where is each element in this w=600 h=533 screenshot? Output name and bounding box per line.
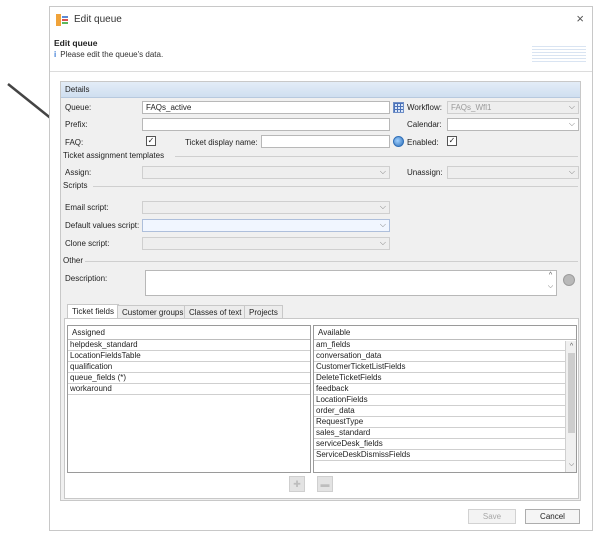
chevron-down-icon: ⌵ — [568, 167, 575, 176]
page-subtitle: i Please edit the queue's data. — [54, 50, 163, 59]
save-button[interactable]: Save — [468, 509, 516, 524]
unassign-select[interactable]: ⌵ — [447, 166, 579, 179]
list-item[interactable]: LocationFields — [314, 395, 565, 406]
chevron-down-icon: ⌵ — [379, 167, 386, 176]
queue-label: Queue: — [65, 103, 92, 112]
list-item[interactable]: am_fields — [314, 340, 565, 351]
window-title: Edit queue — [74, 14, 122, 25]
default-values-script-label: Default values script: — [65, 221, 140, 230]
ticket-display-name-label: Ticket display name: — [185, 138, 258, 147]
available-scrollbar[interactable]: ^ ⌵ — [565, 341, 576, 472]
default-values-script-select[interactable]: ⌵ — [142, 219, 390, 232]
scroll-down-icon[interactable]: ⌵ — [567, 461, 576, 469]
list-item[interactable]: workaround — [68, 384, 310, 395]
subtitle-text: Please edit the queue's data. — [60, 50, 164, 59]
faq-label: FAQ: — [65, 138, 84, 147]
list-item[interactable]: LocationFieldsTable — [68, 351, 310, 362]
prefix-label: Prefix: — [65, 120, 88, 129]
ticket-fields-pane: Assigned helpdesk_standard LocationFields… — [64, 318, 579, 499]
queue-input[interactable]: FAQs_active — [142, 101, 390, 114]
list-item[interactable]: CustomerTicketListFields — [314, 362, 565, 373]
close-icon[interactable]: × — [576, 11, 584, 26]
title-bar: Edit queue × — [50, 7, 592, 33]
available-list-header: Available — [314, 326, 576, 340]
unassign-label: Unassign: — [407, 168, 443, 177]
assign-label: Assign: — [65, 168, 92, 177]
list-item[interactable]: helpdesk_standard — [68, 340, 310, 351]
remove-field-button[interactable]: ▬ — [317, 476, 333, 492]
enabled-label: Enabled: — [407, 138, 439, 147]
list-item[interactable]: conversation_data — [314, 351, 565, 362]
ticket-display-name-input[interactable] — [261, 135, 390, 148]
header-divider — [50, 71, 592, 72]
queue-icon — [56, 14, 68, 26]
details-header: Details — [61, 82, 580, 98]
list-item[interactable]: qualification — [68, 362, 310, 373]
email-script-select[interactable]: ⌵ — [142, 201, 390, 214]
page-title: Edit queue — [54, 38, 98, 48]
chevron-down-icon: ⌵ — [379, 202, 386, 211]
list-item[interactable]: RequestType — [314, 417, 565, 428]
grid-icon[interactable] — [393, 102, 404, 113]
tab-ticket-fields[interactable]: Ticket fields — [67, 304, 119, 319]
clone-script-label: Clone script: — [65, 239, 110, 248]
assigned-rows: helpdesk_standard LocationFieldsTable qual… — [68, 340, 310, 395]
edit-queue-dialog: Edit queue × Edit queue i Please edit the… — [49, 6, 593, 531]
calendar-label: Calendar: — [407, 120, 442, 129]
spin-down-icon[interactable]: ⌵ — [546, 283, 555, 291]
scrollbar-thumb[interactable] — [568, 353, 575, 433]
email-script-label: Email script: — [65, 203, 109, 212]
available-list[interactable]: Available am_fields conversation_data Cust… — [313, 325, 577, 473]
assign-select[interactable]: ⌵ — [142, 166, 390, 179]
tab-classes-of-text[interactable]: Classes of text — [184, 305, 247, 319]
other-section-label: Other — [63, 256, 84, 265]
details-panel: Details Queue: FAQs_active Workflow: FAQ… — [60, 81, 581, 501]
list-item[interactable]: DeleteTicketFields — [314, 373, 565, 384]
description-textarea[interactable] — [145, 270, 557, 296]
globe-icon[interactable] — [393, 136, 404, 147]
chevron-down-icon: ⌵ — [568, 102, 575, 111]
spin-up-icon[interactable]: ^ — [546, 272, 555, 280]
cancel-button[interactable]: Cancel — [525, 509, 580, 524]
faq-checkbox[interactable]: ✓ — [146, 136, 156, 146]
chevron-down-icon: ⌵ — [379, 220, 386, 229]
list-item[interactable]: serviceDesk_fields — [314, 439, 565, 450]
assigned-list[interactable]: Assigned helpdesk_standard LocationFields… — [67, 325, 311, 473]
circle-button-icon[interactable] — [563, 274, 575, 286]
add-field-button[interactable]: ✚ — [289, 476, 305, 492]
info-icon: i — [54, 50, 57, 59]
enabled-checkbox[interactable]: ✓ — [447, 136, 457, 146]
chevron-down-icon: ⌵ — [379, 238, 386, 247]
workflow-select[interactable]: FAQs_Wfl1 ⌵ — [447, 101, 579, 114]
section-divider — [175, 156, 578, 157]
prefix-input[interactable] — [142, 118, 390, 131]
list-item[interactable]: ServiceDeskDismissFields — [314, 450, 565, 461]
list-item[interactable]: queue_fields (*) — [68, 373, 310, 384]
list-item[interactable]: feedback — [314, 384, 565, 395]
scroll-up-icon[interactable]: ^ — [567, 343, 576, 351]
section-divider — [93, 186, 578, 187]
tab-projects[interactable]: Projects — [244, 305, 283, 319]
chevron-down-icon: ⌵ — [568, 119, 575, 128]
tab-customer-groups[interactable]: Customer groups — [117, 305, 189, 319]
workflow-label: Workflow: — [407, 103, 442, 112]
section-divider — [85, 261, 578, 262]
assigned-list-header: Assigned — [68, 326, 310, 340]
description-label: Description: — [65, 274, 108, 283]
calendar-select[interactable]: ⌵ — [447, 118, 579, 131]
list-item[interactable]: order_data — [314, 406, 565, 417]
list-item[interactable]: sales_standard — [314, 428, 565, 439]
scripts-section-label: Scripts — [63, 181, 88, 190]
header-decoration — [532, 46, 586, 62]
clone-script-select[interactable]: ⌵ — [142, 237, 390, 250]
workflow-value: FAQs_Wfl1 — [451, 103, 492, 112]
ticket-assignment-section-label: Ticket assignment templates — [63, 151, 165, 160]
available-rows: am_fields conversation_data CustomerTicket… — [314, 340, 565, 461]
